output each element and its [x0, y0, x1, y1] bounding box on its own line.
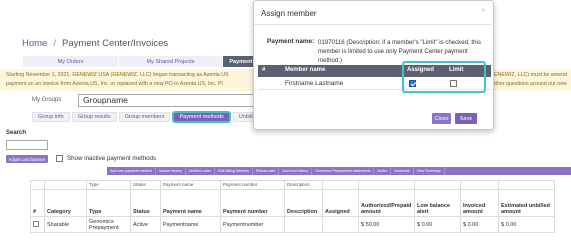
modal-title: Assign member — [261, 9, 317, 18]
modal-divider — [254, 24, 494, 25]
payment-name-label: Payment name: — [267, 38, 315, 45]
assign-member-modal: Assign member × Payment name: 01970116 (… — [253, 0, 494, 130]
member-name: Firstname Lastname — [285, 80, 344, 87]
close-icon[interactable]: × — [481, 8, 485, 14]
member-column-index: # — [262, 67, 266, 73]
member-column-name: Member name — [285, 67, 326, 73]
save-button[interactable]: Save — [455, 113, 477, 124]
close-button[interactable]: Close — [432, 113, 451, 124]
highlight-box — [402, 61, 486, 93]
